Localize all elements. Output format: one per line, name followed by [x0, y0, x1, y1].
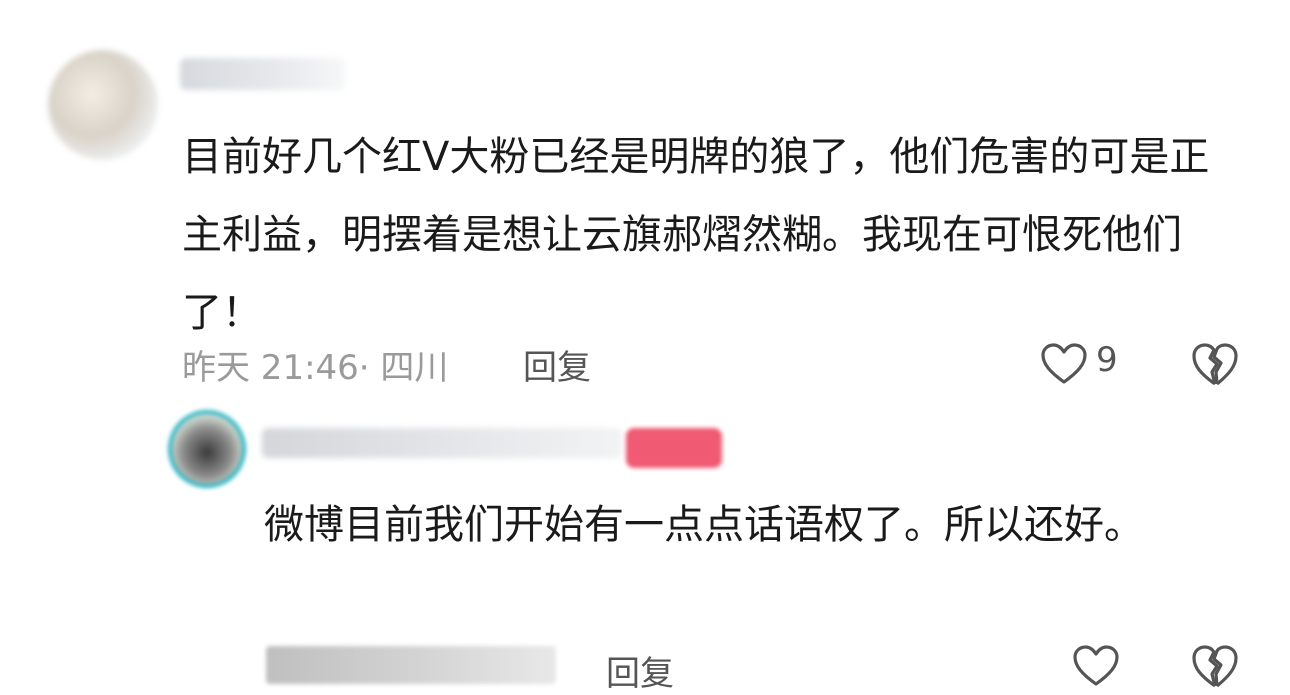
avatar[interactable]: [168, 410, 246, 488]
username-blurred[interactable]: [262, 428, 622, 458]
reply-button[interactable]: 回复: [606, 646, 674, 695]
comment-meta: 昨天 21:46· 四川: [182, 348, 449, 388]
comment-text: 微博目前我们开始有一点点话语权了。所以还好。: [264, 502, 1144, 548]
like-count: 9: [1096, 340, 1118, 380]
user-badge-blurred: [626, 428, 722, 468]
heart-outline-icon[interactable]: [1072, 644, 1120, 688]
reply-button[interactable]: 回复: [523, 340, 591, 389]
comment-text: 目前好几个红V大粉已经是明牌的狼了，他们危害的可是正主利益，明摆着是想让云旗郝熠…: [182, 134, 1210, 336]
broken-heart-icon[interactable]: [1190, 642, 1240, 690]
comment-meta-blurred: [266, 646, 556, 684]
broken-heart-icon[interactable]: [1190, 340, 1240, 388]
username-blurred[interactable]: [180, 58, 345, 90]
heart-outline-icon[interactable]: [1040, 342, 1088, 386]
avatar[interactable]: [48, 50, 158, 160]
